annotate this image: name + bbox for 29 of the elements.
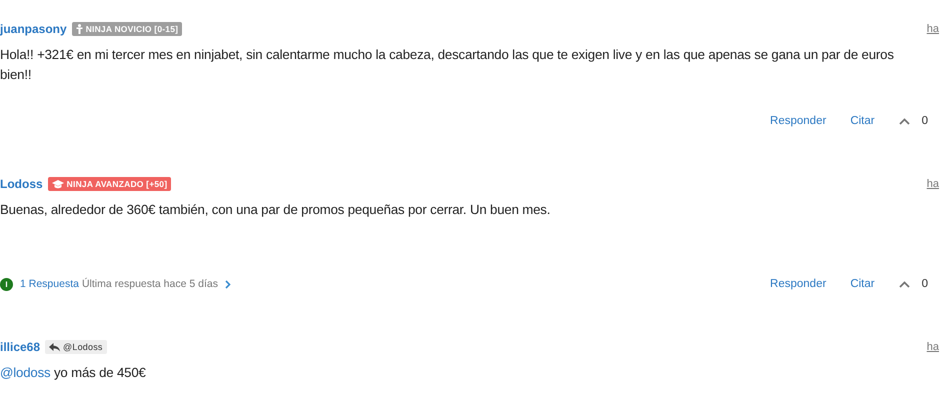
rank-badge: NINJA AVANZADO [+50] bbox=[48, 177, 172, 191]
username-link[interactable]: illice68 bbox=[0, 340, 40, 354]
mention-link[interactable]: @lodoss bbox=[0, 365, 50, 380]
vote-count: 0 bbox=[922, 115, 928, 127]
username-link[interactable]: Lodoss bbox=[0, 177, 43, 191]
reply-link[interactable]: Responder bbox=[770, 115, 826, 127]
rank-badge: NINJA NOVICIO [0-15] bbox=[72, 22, 182, 36]
upvote-icon[interactable] bbox=[898, 118, 910, 124]
timestamp-link[interactable]: ha bbox=[926, 341, 939, 353]
chevron-right-icon bbox=[224, 280, 231, 288]
figure-icon bbox=[76, 24, 83, 34]
last-reply-text: Última respuesta hace 5 días bbox=[82, 278, 218, 290]
vote-count: 0 bbox=[922, 278, 928, 290]
comment-text: Hola!! +321€ en mi tercer mes en ninjabet, sin calentarme mucho la cabeza, descartando las que te exigen live y en las que apenas se gana un par de euros bbox=[0, 46, 895, 64]
comment-text: @lodoss yo más de 450€ bbox=[0, 364, 147, 382]
quote-link[interactable]: Citar bbox=[850, 278, 875, 290]
avatar: I bbox=[0, 278, 13, 290]
replies-link[interactable]: 1 Respuesta bbox=[20, 278, 79, 290]
reply-link[interactable]: Responder bbox=[770, 278, 826, 290]
timestamp-link[interactable]: ha bbox=[926, 178, 939, 190]
graduation-cap-icon bbox=[52, 180, 64, 188]
timestamp-link[interactable]: ha bbox=[926, 23, 939, 35]
comment-text: bien!! bbox=[0, 66, 32, 84]
upvote-icon[interactable] bbox=[898, 280, 910, 288]
quote-link[interactable]: Citar bbox=[850, 115, 875, 127]
comment-text: Buenas, alrededor de 360€ también, con una par de promos pequeñas por cerrar. Un buen mes. bbox=[0, 201, 552, 219]
username-link[interactable]: juanpasony bbox=[0, 22, 67, 36]
reply-arrow-icon bbox=[49, 342, 60, 352]
reply-to-tag[interactable]: @Lodoss bbox=[45, 340, 107, 354]
